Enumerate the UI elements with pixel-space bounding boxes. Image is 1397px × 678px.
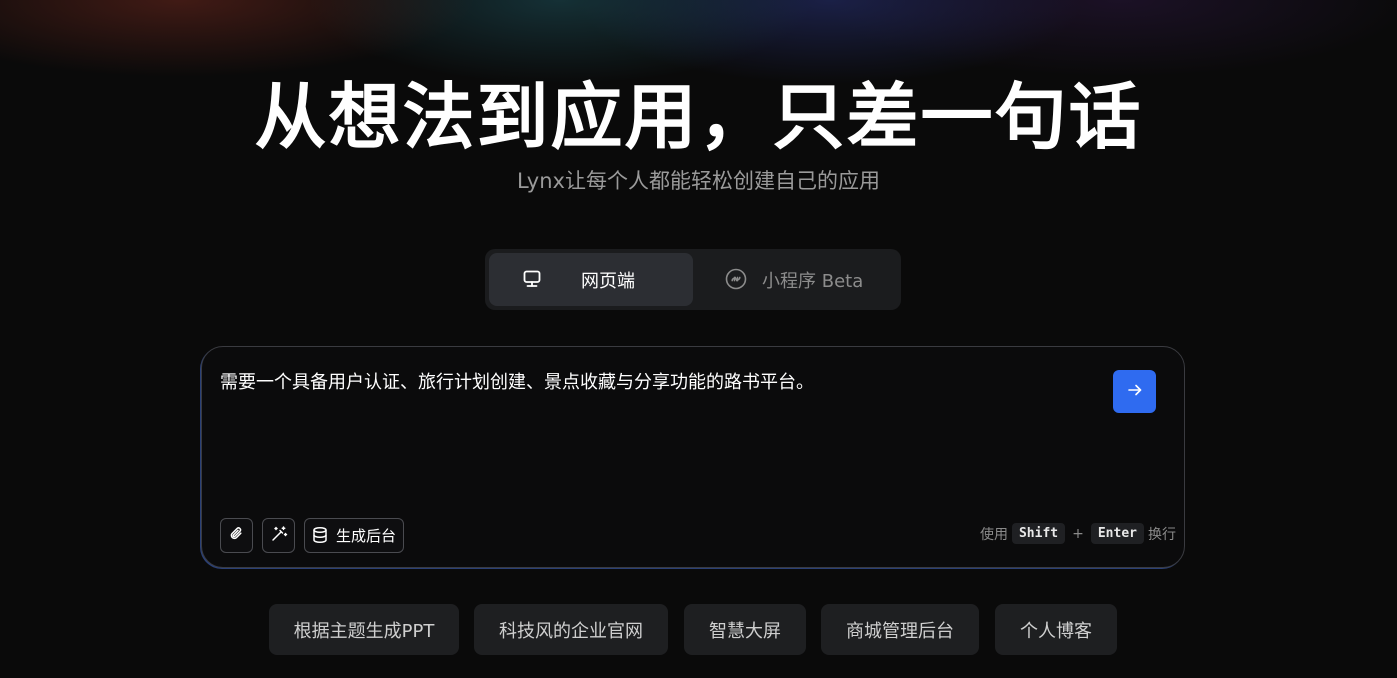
enter-key: Enter [1090,523,1144,544]
prompt-input[interactable]: 需要一个具备用户认证、旅行计划创建、景点收藏与分享功能的路书平台。 [220,369,1100,397]
arrow-right-icon [1126,381,1144,403]
tab-web-label: 网页端 [581,271,635,292]
hint-plus: + [1072,525,1084,542]
generate-backend-label: 生成后台 [336,527,397,545]
hero-subtitle: Lynx让每个人都能轻松创建自己的应用 [517,169,880,193]
magic-wand-icon [270,525,288,547]
tab-web[interactable]: 网页端 [489,253,693,306]
hint-suffix: 换行 [1148,526,1176,543]
tab-miniprogram-label: 小程序 Beta [762,271,864,292]
attach-button[interactable] [220,518,253,553]
enhance-prompt-button[interactable] [262,518,295,553]
page: 从想法到应用，只差一句话 Lynx让每个人都能轻松创建自己的应用 网页端 小程序… [0,0,1397,678]
suggestion-chip[interactable]: 个人博客 [995,604,1117,655]
send-button[interactable] [1113,370,1156,413]
suggestion-chip[interactable]: 根据主题生成PPT [269,604,459,655]
hint-prefix: 使用 [979,526,1008,543]
generate-backend-button[interactable]: 生成后台 [304,518,404,553]
monitor-icon [521,268,543,290]
hero-title: 从想法到应用，只差一句话 [254,75,1143,159]
suggestion-chip[interactable]: 商城管理后台 [821,604,979,655]
miniprogram-icon [725,268,747,290]
newline-hint: 使用 Shift + Enter 换行 [980,523,1176,544]
paperclip-icon [228,525,246,547]
prompt-box: 需要一个具备用户认证、旅行计划创建、景点收藏与分享功能的路书平台。 生成后台 使… [201,346,1185,568]
shift-key: Shift [1011,523,1066,544]
database-icon [311,526,329,548]
suggestion-chip[interactable]: 智慧大屏 [684,604,806,655]
suggestion-chip[interactable]: 科技风的企业官网 [474,604,668,655]
suggestion-list: 根据主题生成PPT 科技风的企业官网 智慧大屏 商城管理后台 个人博客 [0,604,1397,655]
tab-miniprogram[interactable]: 小程序 Beta [697,253,897,306]
platform-mode-switch: 网页端 小程序 Beta [485,249,901,310]
